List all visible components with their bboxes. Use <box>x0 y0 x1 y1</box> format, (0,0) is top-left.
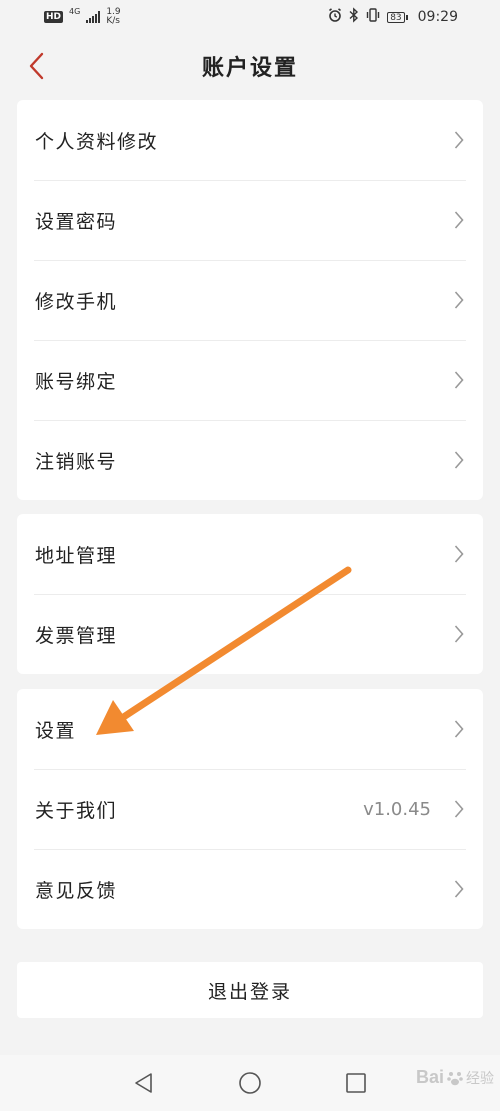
menu-item-profile-edit[interactable]: 个人资料修改 <box>17 100 483 180</box>
menu-item-feedback[interactable]: 意见反馈 <box>17 849 483 929</box>
chevron-right-icon <box>453 130 465 150</box>
watermark-brand: Bai <box>415 1067 444 1087</box>
nav-back-button[interactable] <box>130 1069 158 1097</box>
menu-item-label: 设置密码 <box>35 210 118 233</box>
chevron-right-icon <box>453 370 465 390</box>
header: 账户设置 <box>0 34 500 98</box>
back-arrow-icon <box>29 52 44 80</box>
signal-icon <box>86 11 101 23</box>
settings-group-management: 地址管理 发票管理 <box>17 514 483 674</box>
menu-item-cancel-account[interactable]: 注销账号 <box>17 420 483 500</box>
page-title: 账户设置 <box>201 56 298 81</box>
menu-item-label: 设置 <box>35 719 77 742</box>
network-speed: 1.9 K/s <box>106 8 120 26</box>
nav-home-button[interactable] <box>236 1069 264 1097</box>
circle-home-icon <box>239 1072 261 1094</box>
menu-item-label: 注销账号 <box>35 450 118 473</box>
battery-level: 83 <box>387 11 405 23</box>
menu-item-set-password[interactable]: 设置密码 <box>17 180 483 260</box>
menu-item-change-phone[interactable]: 修改手机 <box>17 260 483 340</box>
chevron-right-icon <box>453 719 465 739</box>
watermark-suffix: 经验 <box>466 1069 494 1086</box>
menu-item-label: 修改手机 <box>35 290 118 313</box>
hd-badge: HD <box>44 11 64 23</box>
menu-item-label: 个人资料修改 <box>35 130 159 153</box>
clock: 09:29 <box>417 9 458 25</box>
network-type: 4G <box>69 7 81 16</box>
menu-item-invoice-management[interactable]: 发票管理 <box>17 594 483 674</box>
chevron-right-icon <box>453 290 465 310</box>
status-left: HD 4G 1.9 K/s <box>44 8 121 26</box>
status-right: 83 09:29 <box>327 7 458 27</box>
status-bar: HD 4G 1.9 K/s 83 09:29 <box>0 0 500 34</box>
menu-item-address-management[interactable]: 地址管理 <box>17 514 483 594</box>
paw-icon <box>447 1071 463 1085</box>
menu-item-label: 意见反馈 <box>35 879 118 902</box>
menu-item-account-binding[interactable]: 账号绑定 <box>17 340 483 420</box>
settings-group-account: 个人资料修改 设置密码 修改手机 账号绑定 注销账号 <box>17 100 483 500</box>
chevron-right-icon <box>453 879 465 899</box>
triangle-back-icon <box>135 1073 152 1093</box>
speed-unit: K/s <box>106 16 120 26</box>
vibrate-icon <box>365 7 381 27</box>
menu-item-label: 关于我们 <box>35 799 118 822</box>
logout-button[interactable]: 退出登录 <box>17 962 483 1018</box>
alarm-icon <box>327 7 343 27</box>
settings-group-app: 设置 关于我们 v1.0.45 意见反馈 <box>17 689 483 929</box>
chevron-right-icon <box>453 799 465 819</box>
square-recents-icon <box>346 1073 366 1093</box>
back-button[interactable] <box>18 48 54 84</box>
chevron-right-icon <box>453 210 465 230</box>
chevron-right-icon <box>453 450 465 470</box>
menu-item-label: 发票管理 <box>35 624 118 647</box>
menu-item-settings[interactable]: 设置 <box>17 689 483 769</box>
chevron-right-icon <box>453 624 465 644</box>
navigation-bar: Bai 经验 <box>0 1055 500 1111</box>
baidu-watermark: Bai 经验 <box>416 1067 494 1088</box>
battery-icon: 83 <box>387 11 408 23</box>
menu-item-about-us[interactable]: 关于我们 v1.0.45 <box>17 769 483 849</box>
nav-recents-button[interactable] <box>342 1069 370 1097</box>
app-version: v1.0.45 <box>363 798 431 820</box>
bluetooth-icon <box>349 7 359 27</box>
menu-item-label: 账号绑定 <box>35 370 118 393</box>
menu-item-label: 地址管理 <box>35 544 118 567</box>
chevron-right-icon <box>453 544 465 564</box>
